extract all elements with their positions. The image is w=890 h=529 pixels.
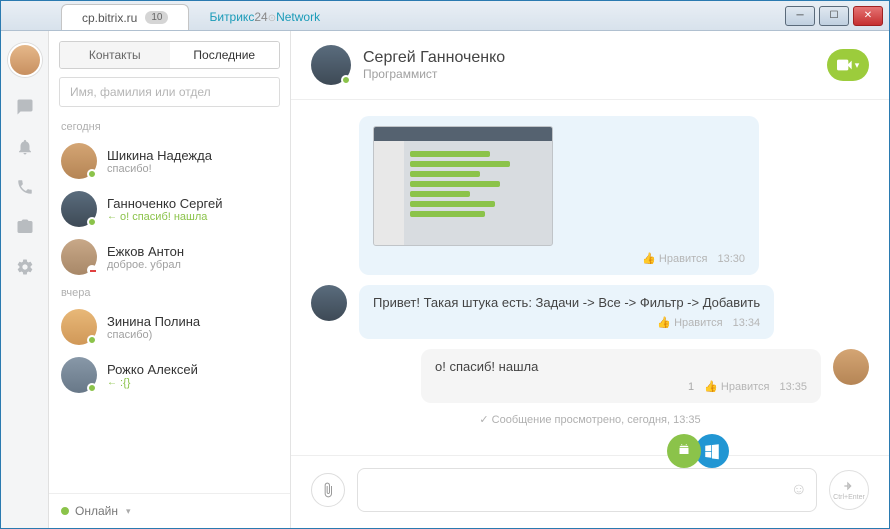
message-in: Привет! Такая штука есть: Задачи -> Все … xyxy=(311,285,869,339)
bell-icon[interactable] xyxy=(15,137,35,157)
image-attachment[interactable] xyxy=(373,126,553,246)
titlebar: cp.bitrix.ru 10 Битрикс24⊙Network ─ ☐ ✕ xyxy=(1,1,889,31)
nav-rail xyxy=(1,31,49,528)
sidebar-tab-recent[interactable]: Последние xyxy=(170,42,280,68)
sidebar-tab-contacts[interactable]: Контакты xyxy=(60,42,170,68)
read-receipt: Сообщение просмотрено, сегодня, 13:35 xyxy=(311,413,869,426)
phone-icon[interactable] xyxy=(15,177,35,197)
contact-item[interactable]: Шикина Надеждаспасибо! xyxy=(49,137,290,185)
user-avatar[interactable] xyxy=(8,43,42,77)
sidebar: Контакты Последние сегодня Шикина Надежд… xyxy=(49,31,291,528)
android-badge[interactable] xyxy=(667,434,701,468)
msg-text: Привет! Такая штука есть: Задачи -> Все … xyxy=(373,295,760,310)
message-input[interactable] xyxy=(357,468,817,512)
chevron-down-icon: ▾ xyxy=(126,506,131,517)
emoji-button[interactable]: ☺ xyxy=(791,481,807,499)
android-icon xyxy=(675,442,693,460)
reply-arrow-icon: ← xyxy=(107,211,117,222)
minimize-button[interactable]: ─ xyxy=(785,6,815,26)
video-call-button[interactable]: ▾ xyxy=(827,49,869,81)
platform-badges xyxy=(667,434,729,468)
send-button[interactable]: Ctrl+Enter xyxy=(829,470,869,510)
chat-peer-role: Программист xyxy=(363,67,505,81)
group-yesterday: вчера xyxy=(49,281,290,303)
chevron-down-icon: ▾ xyxy=(855,60,860,71)
contact-name: Зинина Полина xyxy=(107,314,278,329)
video-icon xyxy=(837,59,853,71)
tab-badge: 10 xyxy=(145,11,168,24)
contact-sub: спасибо! xyxy=(107,163,278,175)
attach-button[interactable] xyxy=(311,473,345,507)
contact-avatar xyxy=(61,143,97,179)
contact-name: Ганноченко Сергей xyxy=(107,196,278,211)
status-label: Онлайн xyxy=(75,504,118,518)
contact-avatar xyxy=(61,191,97,227)
chat-header: Сергей Ганноченко Программист ▾ xyxy=(291,31,889,100)
contact-sub: ←:{} xyxy=(107,377,278,389)
contact-avatar xyxy=(61,357,97,393)
contact-item[interactable]: Рожко Алексей←:{} xyxy=(49,351,290,399)
contact-name: Шикина Надежда xyxy=(107,148,278,163)
contact-name: Рожко Алексей xyxy=(107,362,278,377)
contact-item[interactable]: Зинина Полинаспасибо) xyxy=(49,303,290,351)
like-count: 1 xyxy=(688,381,694,393)
msg-time: 13:34 xyxy=(733,317,761,329)
send-hint: Ctrl+Enter xyxy=(833,494,865,501)
contact-sub: доброе. убрал xyxy=(107,259,278,271)
contact-name: Ежков Антон xyxy=(107,244,278,259)
contact-avatar xyxy=(61,309,97,345)
like-button[interactable]: 👍 Нравится xyxy=(704,380,769,393)
status-bar[interactable]: Онлайн ▾ xyxy=(49,493,290,528)
windows-icon xyxy=(703,442,721,460)
tab-label: cp.bitrix.ru xyxy=(82,11,137,25)
status-dot-icon xyxy=(61,507,69,515)
search-input[interactable] xyxy=(59,77,280,107)
msg-time: 13:30 xyxy=(717,253,745,265)
contact-item[interactable]: Ежков Антондоброе. убрал xyxy=(49,233,290,281)
app-window: cp.bitrix.ru 10 Битрикс24⊙Network ─ ☐ ✕ … xyxy=(0,0,890,529)
window-controls: ─ ☐ ✕ xyxy=(785,6,889,26)
tab-network[interactable]: Битрикс24⊙Network xyxy=(189,4,340,30)
tab-workspace[interactable]: cp.bitrix.ru 10 xyxy=(61,4,189,30)
compose-bar: ☺ Ctrl+Enter xyxy=(291,455,889,528)
contact-sub: спасибо) xyxy=(107,329,278,341)
msg-time: 13:35 xyxy=(779,381,807,393)
group-today: сегодня xyxy=(49,115,290,137)
like-button[interactable]: 👍 Нравится xyxy=(642,252,707,265)
reply-arrow-icon: ← xyxy=(107,377,117,388)
close-button[interactable]: ✕ xyxy=(853,6,883,26)
like-button[interactable]: 👍 Нравится xyxy=(657,316,722,329)
msg-avatar[interactable] xyxy=(833,349,869,385)
contact-sub: ←о! спасиб! нашла xyxy=(107,211,278,223)
msg-text: о! спасиб! нашла xyxy=(435,359,807,374)
contact-item[interactable]: Ганноченко Сергей←о! спасиб! нашла xyxy=(49,185,290,233)
chat-peer-avatar[interactable] xyxy=(311,45,351,85)
message-in: 👍 Нравится 13:30 xyxy=(311,116,869,275)
chat-peer-name: Сергей Ганноченко xyxy=(363,49,505,67)
messages-list: 👍 Нравится 13:30 Привет! Такая штука есть… xyxy=(291,100,889,455)
msg-avatar[interactable] xyxy=(311,285,347,321)
maximize-button[interactable]: ☐ xyxy=(819,6,849,26)
chat-panel: Сергей Ганноченко Программист ▾ xyxy=(291,31,889,528)
chat-icon[interactable] xyxy=(15,97,35,117)
contact-avatar xyxy=(61,239,97,275)
send-icon xyxy=(842,479,856,493)
message-out: о! спасиб! нашла 1 👍 Нравится 13:35 xyxy=(311,349,869,403)
gear-icon[interactable] xyxy=(15,257,35,277)
paperclip-icon xyxy=(320,482,336,498)
camera-icon[interactable] xyxy=(15,217,35,237)
